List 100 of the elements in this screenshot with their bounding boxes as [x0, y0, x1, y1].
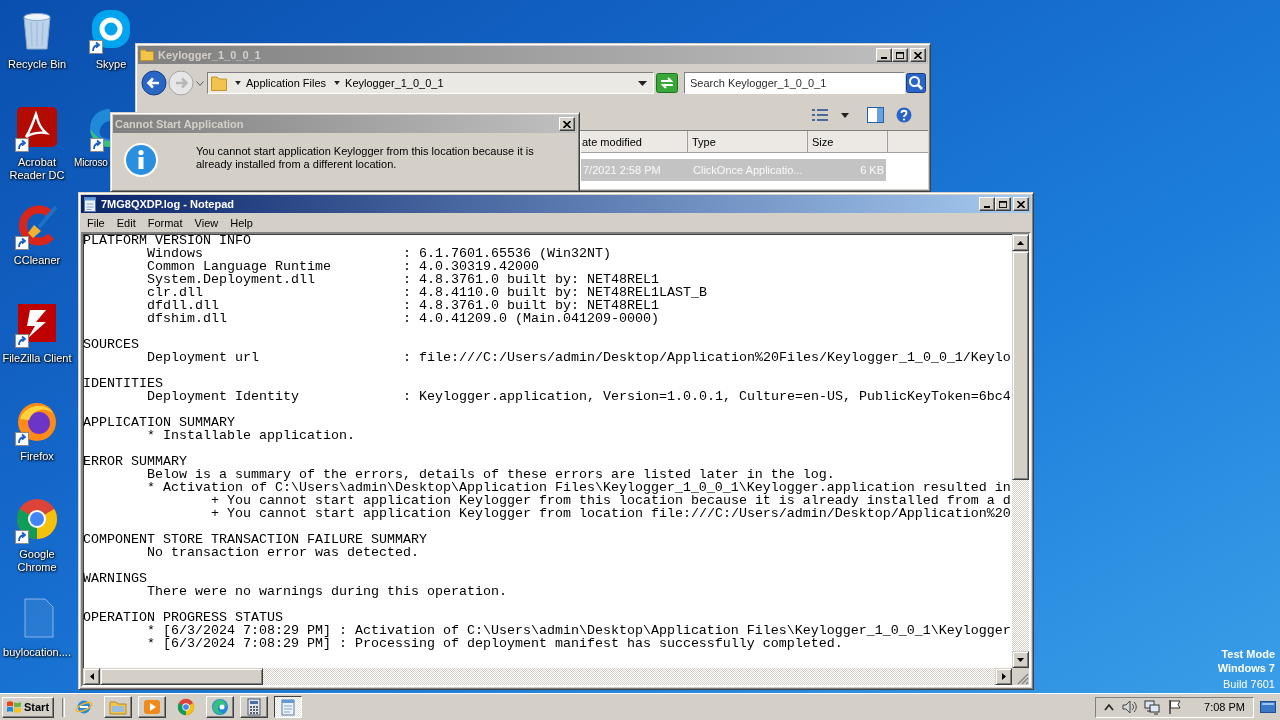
breadcrumb-item[interactable]: Application Files	[246, 77, 327, 89]
menu-item[interactable]: Help	[224, 216, 259, 229]
start-button[interactable]: Start	[2, 696, 54, 718]
caret-icon[interactable]	[638, 80, 647, 86]
scroll-left-button[interactable]	[83, 668, 100, 685]
desktop-icon-label[interactable]: FileZilla Client	[2, 352, 72, 365]
info-icon	[124, 143, 158, 177]
log-line: + You cannot start application Keylogger from this location because it is already installed from a d	[211, 494, 1011, 507]
caret-icon[interactable]	[841, 112, 849, 118]
log-line: * [6/3/2024 7:08:29 PM] : Processing of deployment manifest has successfully completed.	[147, 637, 843, 650]
caret-icon	[334, 81, 341, 85]
log-heading: ERROR SUMMARY	[83, 455, 187, 468]
globe-ring-icon	[75, 698, 93, 716]
help-icon[interactable]	[896, 107, 912, 123]
maximize-button[interactable]	[995, 197, 1011, 211]
close-icon	[1017, 200, 1025, 208]
play-tile-icon	[143, 698, 161, 716]
desktop-icon-label[interactable]: Recycle Bin	[7, 58, 67, 71]
ring-tile-icon[interactable]	[89, 7, 133, 51]
clock-time[interactable]: 7:08 PM	[1204, 701, 1245, 713]
dialog-message: You cannot start application Keylogger from this location because it is already installed from a different location.	[196, 145, 535, 171]
bolt-tile-icon[interactable]	[15, 301, 59, 345]
notepad-icon	[279, 698, 297, 716]
column-header[interactable]: Size	[808, 131, 888, 153]
scroll-right-button[interactable]	[995, 668, 1012, 685]
log-line: System.Deployment.dll : 4.8.3761.0 built by: NET48REL1	[147, 273, 659, 286]
log-heading: PLATFORM VERSION INFO	[83, 234, 251, 247]
speaker-icon[interactable]	[1121, 699, 1138, 715]
list-view-icon[interactable]	[811, 108, 829, 122]
close-button[interactable]	[1013, 197, 1029, 211]
maximize-icon	[896, 51, 904, 59]
log-line: * Activation of C:\Users\admin\Desktop\Application Files\Keylogger_1_0_0_1\Keylogger.application resulted in	[147, 481, 1011, 494]
column-header[interactable]: Type	[688, 131, 808, 153]
network-icon[interactable]	[1144, 699, 1161, 715]
desktop-icon-label[interactable]: Firefox	[20, 450, 54, 463]
caret-icon	[235, 81, 241, 85]
close-button[interactable]	[559, 117, 575, 131]
notepad-icon	[83, 196, 97, 212]
address-bar[interactable]: Application Files Keylogger_1_0_0_1	[207, 72, 654, 94]
os-notice-text: Windows 7	[1217, 661, 1275, 675]
desktop-icon-label[interactable]: CCleaner	[13, 254, 61, 267]
desktop-icon-label[interactable]: Google Chrome	[0, 548, 74, 574]
down-triangle-icon	[1017, 657, 1024, 662]
column-header[interactable]: ate modified	[581, 131, 688, 153]
back-button[interactable]	[141, 70, 167, 96]
close-icon	[914, 51, 922, 59]
folder-icon	[140, 49, 154, 61]
desktop-icon-label[interactable]: Skype	[95, 58, 127, 71]
caret-icon	[196, 80, 204, 86]
close-button[interactable]	[910, 48, 926, 62]
history-dropdown[interactable]	[195, 78, 205, 88]
refresh-arrows-icon[interactable]	[656, 73, 678, 93]
menu-item[interactable]: Format	[141, 216, 189, 229]
dialog-title: Cannot Start Application	[115, 118, 244, 130]
log-line: Deployment Identity : Keylogger.application, Version=1.0.0.1, Culture=en-US, PublicKeyToken=6bc4	[147, 390, 1011, 403]
log-line: dfdll.dll : 4.8.3761.0 built by: NET48REL1	[147, 299, 659, 312]
swirl-logo-icon[interactable]	[15, 105, 59, 149]
chevron-up-icon[interactable]	[1104, 703, 1115, 711]
ring-logo-icon	[177, 698, 195, 716]
search-field[interactable]: Search Keylogger_1_0_0_1	[684, 72, 905, 94]
breadcrumb-item[interactable]: Keylogger_1_0_0_1	[345, 77, 444, 89]
desktop-icon-label[interactable]: Acrobat Reader DC	[0, 156, 74, 182]
size-grip-icon[interactable]	[1017, 673, 1029, 685]
log-line: No transaction error was detected.	[147, 546, 419, 559]
log-line: Windows : 6.1.7601.65536 (Win32NT)	[147, 247, 611, 260]
log-line: * [6/3/2024 7:08:29 PM] : Activation of C:\Users\admin\Desktop\Application Files\Keylogger_1_0_0_1\Keylogger	[147, 624, 1011, 637]
scrollbar-thumb[interactable]	[1012, 251, 1029, 480]
log-line: clr.dll : 4.8.4110.0 built by: NET48REL1LAST_B	[147, 286, 707, 299]
log-line: Deployment url : file:///C:/Users/admin/Desktop/Application%20Files/Keylogger_1_0_0_1/Keylo	[147, 351, 1011, 364]
window-title: Keylogger_1_0_0_1	[158, 49, 261, 61]
menu-item[interactable]: View	[188, 216, 225, 229]
search-icon[interactable]	[906, 73, 926, 93]
taskbar-button[interactable]	[274, 696, 302, 718]
window-title: 7MG8QXDP.log - Notepad	[101, 198, 235, 210]
menu-item[interactable]: File	[81, 216, 111, 229]
desktop-icon-label[interactable]: Microso	[74, 156, 108, 169]
close-icon	[563, 120, 571, 128]
maximize-button[interactable]	[892, 48, 908, 62]
flag-logo-icon	[6, 700, 22, 714]
preview-pane-icon[interactable]	[867, 107, 884, 123]
scroll-up-button[interactable]	[1012, 234, 1029, 251]
desktop-icon-label[interactable]: buylocation....	[3, 646, 71, 659]
log-heading: IDENTITIES	[83, 377, 163, 390]
ring-logo-icon[interactable]	[15, 497, 59, 541]
log-line: There were no warnings during this operation.	[147, 585, 507, 598]
log-line: dfshim.dll : 4.0.41209.0 (Main.041209-0000)	[147, 312, 659, 325]
wave-logo-icon	[211, 698, 229, 716]
up-triangle-icon	[1017, 240, 1024, 245]
minimize-button[interactable]	[979, 197, 995, 211]
log-line: Common Language Runtime : 4.0.30319.42000	[147, 260, 539, 273]
scroll-down-button[interactable]	[1012, 651, 1029, 668]
flag-icon[interactable]	[1167, 699, 1184, 715]
menu-item[interactable]: Edit	[110, 216, 142, 229]
desktop-tile-icon[interactable]	[1260, 700, 1276, 714]
scrollbar-thumb[interactable]	[100, 668, 263, 685]
minimize-button[interactable]	[876, 48, 892, 62]
folder-icon	[109, 698, 127, 716]
os-notice-text: Build 7601	[1223, 677, 1275, 691]
os-notice-text: Test Mode	[1221, 647, 1275, 661]
folder-icon	[211, 75, 227, 91]
